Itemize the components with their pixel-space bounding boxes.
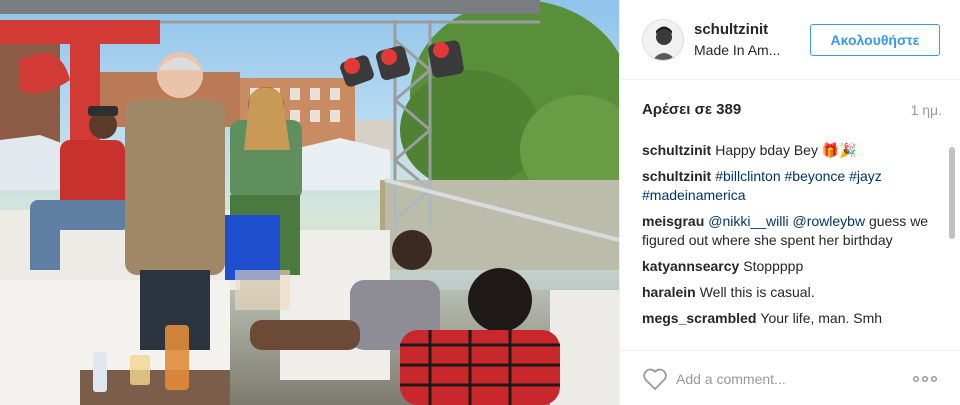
likes-row: Αρέσει σε 389 1 ημ. [642, 101, 942, 121]
post-timestamp[interactable]: 1 ημ. [911, 102, 942, 118]
more-options-icon[interactable] [910, 369, 940, 389]
comment-username[interactable]: schultzinit [642, 168, 711, 184]
hashtag-link[interactable]: #jayz [849, 168, 882, 184]
comment-text: Happy bday Bey 🎁🎉 [715, 142, 857, 158]
likes-count[interactable]: Αρέσει σε 389 [642, 101, 741, 118]
mention-link[interactable]: @nikki__willi [708, 213, 788, 229]
comment-item: megs_scrambled Your life, man. Smh [642, 309, 942, 328]
scrollbar-thumb[interactable] [949, 147, 955, 239]
comment-username[interactable]: katyannsearcy [642, 258, 739, 274]
comments-list: schultzinit Happy bday Bey 🎁🎉 schultzinit… [642, 141, 942, 346]
username[interactable]: schultzinit [694, 21, 768, 38]
comment-item: meisgrau @nikki__willi @rowleybw guess we… [642, 212, 942, 250]
mention-link[interactable]: @rowleybw [792, 213, 865, 229]
comment-item: schultzinit Happy bday Bey 🎁🎉 [642, 141, 942, 160]
post-photo[interactable] [0, 0, 619, 405]
comment-text: Stoppppp [743, 258, 804, 274]
avatar[interactable] [642, 19, 684, 61]
comments-scrollbar[interactable] [949, 141, 955, 341]
photo-illustration [0, 0, 619, 405]
avatar-image [643, 20, 683, 60]
comment-text: Your life, man. Smh [760, 310, 883, 326]
comment-footer [620, 350, 960, 405]
comment-text: Well this is casual. [699, 284, 815, 300]
hashtag-link[interactable]: #billclinton [715, 168, 780, 184]
hashtag-link[interactable]: #madeinamerica [642, 187, 746, 203]
comment-username[interactable]: megs_scrambled [642, 310, 756, 326]
comment-input[interactable] [676, 367, 896, 391]
hashtag-link[interactable]: #beyonce [785, 168, 846, 184]
heart-icon[interactable] [642, 367, 668, 391]
instagram-post: schultzinit Made In Am... Ακολουθήστε Αρ… [0, 0, 960, 405]
comment-item: haralein Well this is casual. [642, 283, 942, 302]
comment-username[interactable]: schultzinit [642, 142, 711, 158]
comment-item: katyannsearcy Stoppppp [642, 257, 942, 276]
location[interactable]: Made In Am... [694, 42, 780, 58]
comment-username[interactable]: meisgrau [642, 213, 704, 229]
post-sidebar: schultzinit Made In Am... Ακολουθήστε Αρ… [619, 0, 960, 405]
comment-username[interactable]: haralein [642, 284, 696, 300]
post-header: schultzinit Made In Am... Ακολουθήστε [620, 0, 960, 80]
follow-button[interactable]: Ακολουθήστε [810, 24, 940, 56]
comment-item: schultzinit #billclinton #beyonce #jayz #… [642, 167, 942, 205]
